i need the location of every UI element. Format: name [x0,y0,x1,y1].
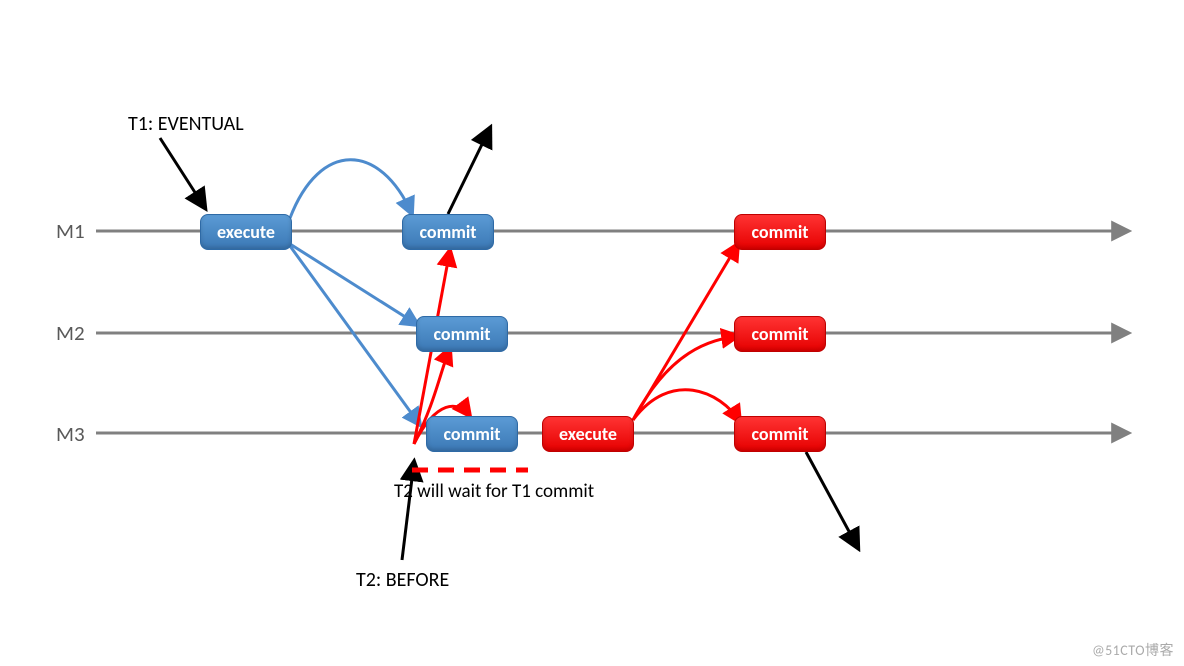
lane-label-m3: M3 [56,421,85,447]
t1-commit-m1-node: commit [402,214,494,250]
t1-exit-arrow [448,128,490,214]
t2-commit-m1-node: commit [734,214,826,250]
t2-execute-node: execute [542,416,634,452]
t2-label-arrow [402,462,414,560]
t2-commit-m2-node: commit [734,316,826,352]
t1-label-arrow [160,138,205,208]
t1-exec-to-m3commit [290,246,420,425]
t2-exec-to-m1commit [633,244,738,420]
t1-exec-to-m2commit [290,244,418,325]
diagram-canvas: M1 M2 M3 [0,0,1184,666]
t2-exit-arrow [806,452,858,548]
t2-wait-note: T2 will wait for T1 commit [394,480,594,503]
t1-exec-to-m1commit [290,160,412,218]
lane-label-m2: M2 [56,320,85,346]
t1-label: T1: EVENTUAL [128,112,244,136]
arrows-layer [0,0,1184,666]
watermark: @51CTO博客 [1092,640,1174,660]
t2-exec-to-m3commit [633,390,740,422]
t1-execute-node: execute [200,214,292,250]
t1-commit-m3-node: commit [426,416,518,452]
lane-label-m1: M1 [56,218,85,244]
t2-exec-to-m2commit [633,336,738,420]
t2-label: T2: BEFORE [356,568,449,592]
t1-commit-m2-node: commit [416,316,508,352]
t2-commit-m3-node: commit [734,416,826,452]
